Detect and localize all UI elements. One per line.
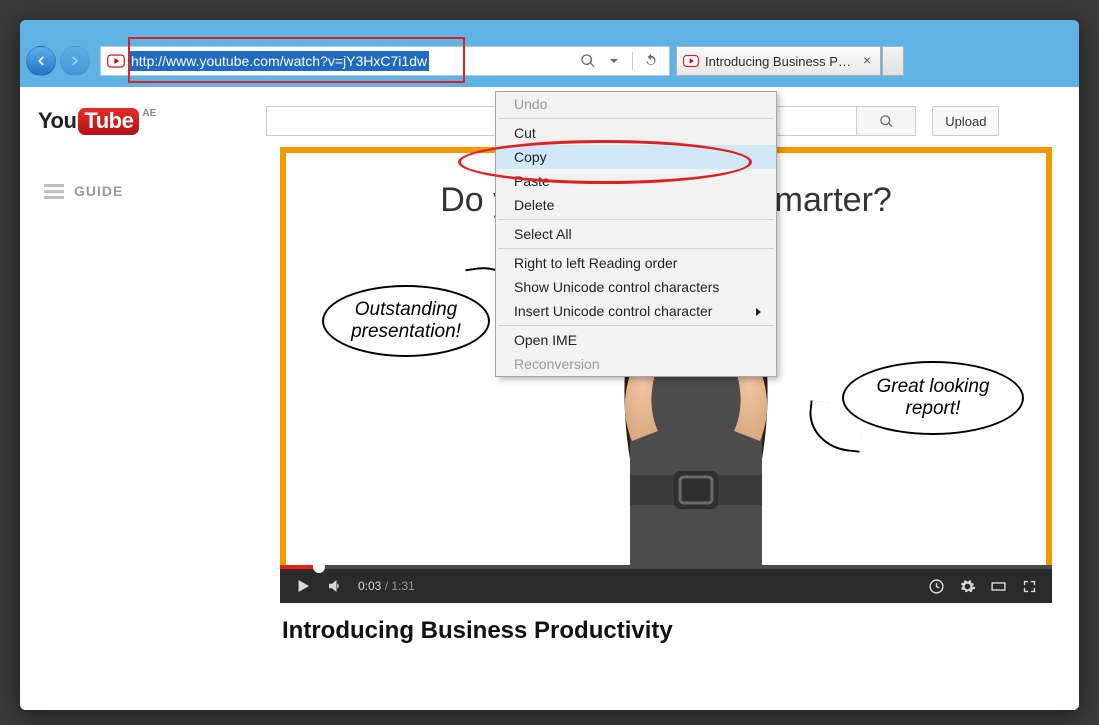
address-url[interactable]: http://www.youtube.com/watch?v=jY3HxC7i1… [129,51,429,71]
address-bar[interactable]: http://www.youtube.com/watch?v=jY3HxC7i1… [100,46,670,76]
nav-button-group [26,46,90,76]
cm-insert-unicode[interactable]: Insert Unicode control character [496,299,776,323]
context-menu: Undo Cut Copy Paste Delete Select All Ri… [495,91,777,377]
hamburger-icon [44,184,64,199]
upload-button[interactable]: Upload [932,106,999,136]
separator [498,325,774,326]
logo-tube: Tube [78,108,139,135]
separator [498,118,774,119]
volume-icon[interactable] [326,577,344,595]
progress-bar[interactable] [280,565,1052,569]
cm-undo[interactable]: Undo [496,92,776,116]
cm-show-unicode[interactable]: Show Unicode control characters [496,275,776,299]
tab-close-button[interactable]: × [860,53,874,69]
refresh-icon[interactable] [643,53,659,69]
site-icon [683,54,699,68]
divider [632,52,633,70]
browser-window: http://www.youtube.com/watch?v=jY3HxC7i1… [20,20,1079,710]
time-current: 0:03 [358,579,381,593]
new-tab-button[interactable] [882,46,904,76]
cm-delete[interactable]: Delete [496,193,776,217]
youtube-logo[interactable]: YouTube AE [38,108,156,135]
logo-you: You [38,108,76,134]
theater-icon[interactable] [990,578,1007,595]
play-icon[interactable] [294,577,312,595]
arrow-left-icon [34,54,48,68]
video-controls: 0:03 / 1:31 [280,565,1052,603]
search-icon [879,114,894,129]
site-icon [107,52,125,70]
submenu-arrow-icon [754,303,762,319]
fullscreen-icon[interactable] [1021,578,1038,595]
back-button[interactable] [26,46,56,76]
cm-cut[interactable]: Cut [496,121,776,145]
progress-played [280,565,319,569]
forward-button[interactable] [60,46,90,76]
separator [498,248,774,249]
guide-label: GUIDE [74,183,123,199]
cm-copy[interactable]: Copy [496,145,776,169]
browser-tab[interactable]: Introducing Business Produ… × [676,46,881,76]
separator [498,219,774,220]
arrow-right-icon [68,54,82,68]
time-display: 0:03 / 1:31 [358,579,415,593]
guide-button[interactable]: GUIDE [44,183,280,199]
search-icon[interactable] [580,53,596,69]
tab-title: Introducing Business Produ… [705,54,854,69]
time-total: 1:31 [391,579,414,593]
cm-reconversion[interactable]: Reconversion [496,352,776,376]
video-title: Introducing Business Productivity [280,603,1052,649]
cm-open-ime[interactable]: Open IME [496,328,776,352]
title-bar: http://www.youtube.com/watch?v=jY3HxC7i1… [20,20,1079,87]
region-code: AE [142,108,156,119]
cm-select-all[interactable]: Select All [496,222,776,246]
speech-bubble-left: Outstanding presentation! [322,285,490,357]
sidebar: GUIDE [20,143,280,649]
watch-later-icon[interactable] [928,578,945,595]
search-button[interactable] [856,106,916,136]
cm-paste[interactable]: Paste [496,169,776,193]
speech-bubble-right: Great looking report! [842,361,1024,435]
cm-rtl[interactable]: Right to left Reading order [496,251,776,275]
settings-icon[interactable] [959,578,976,595]
dropdown-icon[interactable] [606,53,622,69]
address-tools [580,52,669,70]
